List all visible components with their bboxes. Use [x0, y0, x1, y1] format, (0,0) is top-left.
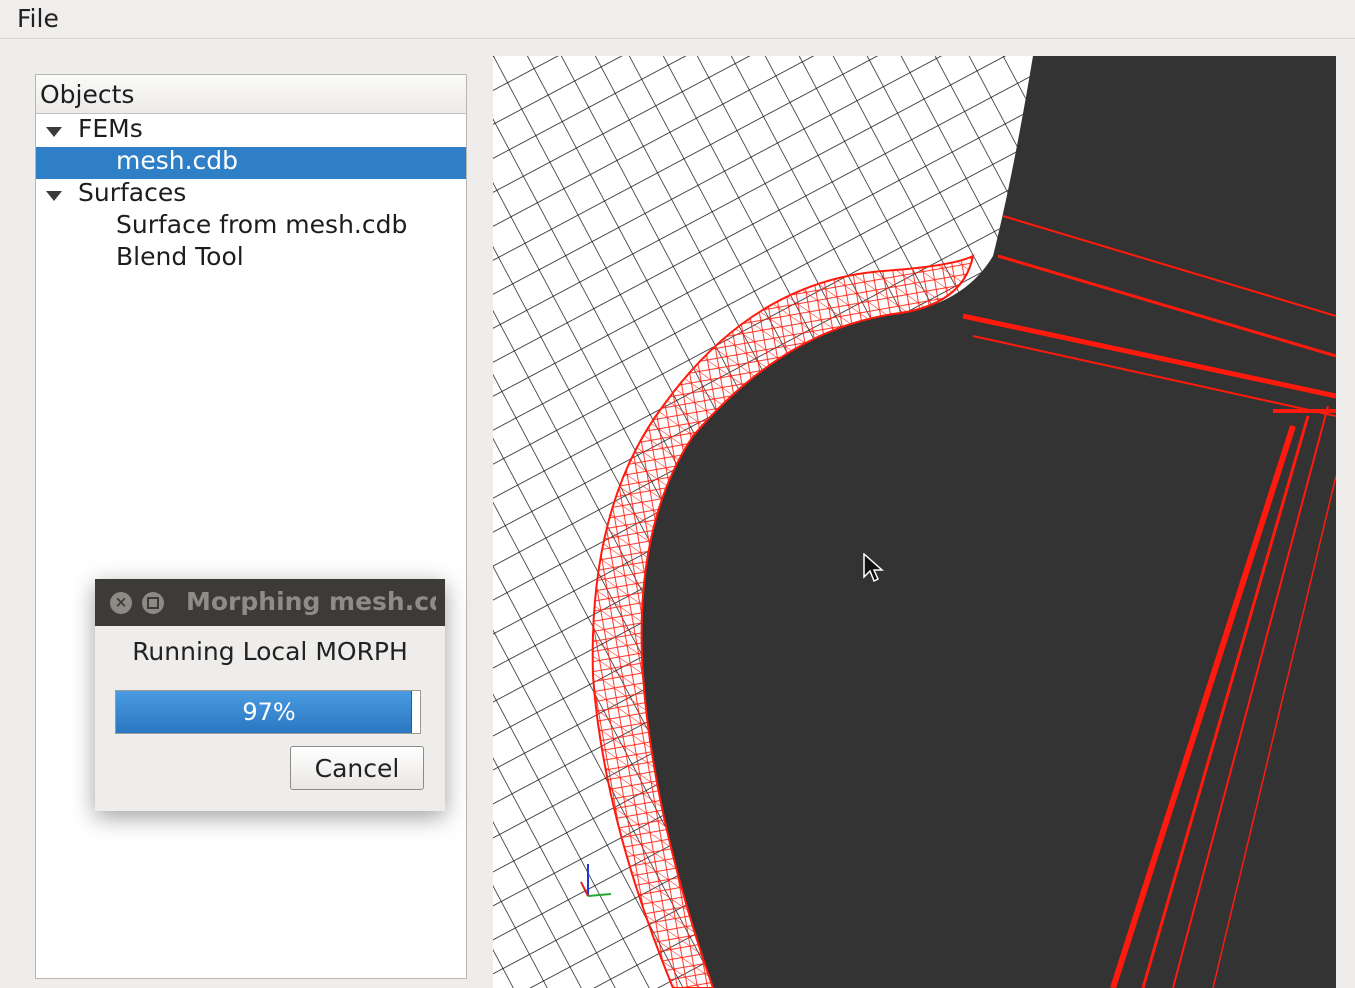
tree-item-label: Surfaces	[78, 178, 187, 207]
expand-arrow-icon[interactable]	[46, 191, 62, 201]
objects-header[interactable]: Objects	[36, 75, 466, 114]
progress-bar: 97%	[115, 690, 421, 734]
tree-item-label: mesh.cdb	[116, 146, 239, 175]
objects-panel: Objects FEMs mesh.cdb Surfaces Surface f…	[35, 74, 467, 979]
tree-item-blend-tool[interactable]: Blend Tool	[36, 242, 466, 275]
tree-item-label: FEMs	[78, 114, 143, 143]
3d-viewport[interactable]	[493, 56, 1336, 988]
morphing-dialog: × Morphing mesh.cdb Running Local MORPH …	[95, 579, 445, 811]
tree-item-surface-from-mesh[interactable]: Surface from mesh.cdb	[36, 210, 466, 243]
tree-item-surfaces[interactable]: Surfaces	[36, 178, 466, 211]
dialog-titlebar[interactable]: × Morphing mesh.cdb	[95, 579, 445, 626]
menu-file[interactable]: File	[17, 4, 59, 33]
objects-header-label: Objects	[40, 80, 135, 109]
cancel-button[interactable]: Cancel	[290, 746, 424, 790]
dialog-message: Running Local MORPH	[132, 637, 408, 666]
mouse-cursor-icon	[863, 553, 884, 583]
expand-arrow-icon[interactable]	[46, 127, 62, 137]
highlight-edges	[962, 215, 1336, 988]
mesh-canvas	[493, 56, 1336, 988]
menubar: File	[0, 0, 1355, 39]
tree-item-label: Blend Tool	[116, 242, 244, 271]
close-icon[interactable]: ×	[110, 592, 132, 614]
tree-item-fems[interactable]: FEMs	[36, 114, 466, 147]
dialog-title: Morphing mesh.cdb	[186, 587, 436, 616]
tree-item-mesh-cdb[interactable]: mesh.cdb	[36, 146, 466, 179]
maximize-icon[interactable]	[142, 592, 164, 614]
progress-text: 97%	[242, 698, 296, 726]
tree-item-label: Surface from mesh.cdb	[116, 210, 408, 239]
